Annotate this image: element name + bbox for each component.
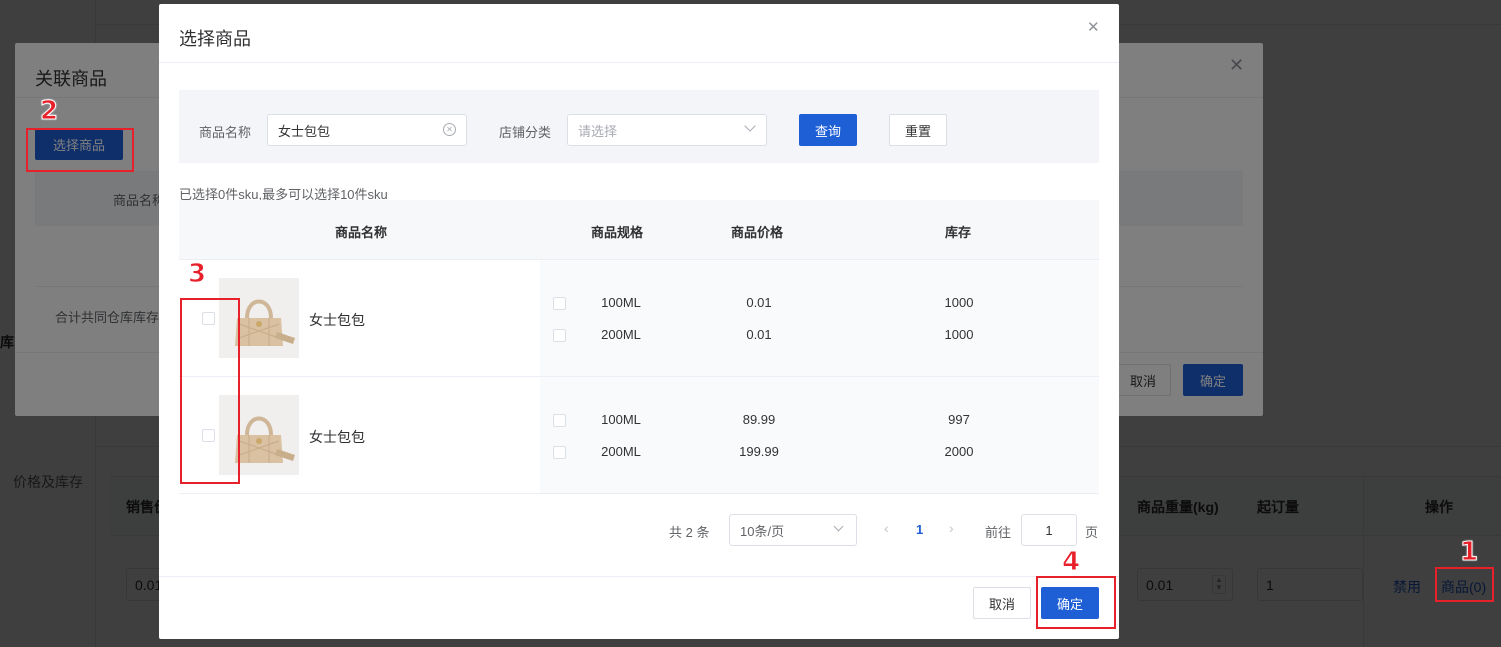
annotation-box-2: [26, 128, 134, 172]
sku-stock: 2000: [944, 444, 974, 459]
filter-bar: 商品名称 女士包包 ✕ 店铺分类 请选择 查询 重置: [179, 90, 1099, 163]
sku-checkbox[interactable]: [553, 329, 566, 342]
col-price: 商品价格: [731, 225, 784, 240]
annotation-number-4: 4: [1061, 547, 1081, 578]
sku-price: 0.01: [746, 327, 772, 342]
category-filter-label: 店铺分类: [499, 125, 552, 140]
page-suffix: 页: [1085, 525, 1099, 540]
sku-spec: 200ML: [601, 327, 641, 342]
chevron-down-icon: [744, 120, 756, 132]
annotation-number-3: 3: [187, 259, 207, 290]
sku-checkbox[interactable]: [553, 414, 566, 427]
sku-spec: 100ML: [601, 412, 641, 427]
annotation-number-1: 1: [1459, 537, 1479, 568]
name-filter-input[interactable]: 女士包包 ✕: [267, 114, 467, 146]
sku-price: 199.99: [739, 444, 779, 459]
product-name: 女士包包: [309, 312, 365, 328]
select-dialog-cancel-button[interactable]: 取消: [973, 587, 1031, 619]
select-goods-dialog: 选择商品 ✕ 商品名称 女士包包 ✕ 店铺分类 请选择 查询 重置 已选择0件s…: [159, 4, 1119, 639]
current-page[interactable]: 1: [916, 522, 923, 537]
next-page-icon[interactable]: ›: [949, 520, 954, 536]
goto-label: 前往: [985, 525, 1012, 540]
sku-checkbox[interactable]: [553, 446, 566, 459]
sku-price: 89.99: [742, 412, 776, 427]
sku-price: 0.01: [746, 295, 772, 310]
query-button[interactable]: 查询: [799, 114, 857, 146]
sku-stock: 1000: [944, 327, 974, 342]
col-goods-name: 商品名称: [335, 225, 388, 240]
sku-spec: 100ML: [601, 295, 641, 310]
select-dialog-close-icon[interactable]: ✕: [1087, 18, 1100, 36]
category-select[interactable]: 请选择: [567, 114, 767, 146]
sku-stock: 997: [948, 412, 970, 427]
clear-icon[interactable]: ✕: [443, 123, 456, 136]
goto-page-input[interactable]: 1: [1021, 514, 1077, 546]
product-name: 女士包包: [309, 429, 365, 445]
name-filter-label: 商品名称: [199, 125, 252, 140]
col-spec: 商品规格: [591, 225, 644, 240]
sku-spec: 200ML: [601, 444, 641, 459]
page-size-select[interactable]: 10条/页: [729, 514, 857, 546]
select-dialog-title: 选择商品: [179, 29, 251, 49]
annotation-box-4: [1036, 576, 1116, 629]
sku-checkbox[interactable]: [553, 297, 566, 310]
chevron-down-icon: [833, 521, 844, 532]
col-stock: 库存: [945, 225, 972, 240]
annotation-number-2: 2: [39, 96, 59, 127]
prev-page-icon[interactable]: ‹: [884, 520, 889, 536]
sku-stock: 1000: [944, 295, 974, 310]
annotation-box-1: [1435, 567, 1494, 602]
reset-button[interactable]: 重置: [889, 114, 947, 146]
annotation-box-3: [180, 298, 240, 484]
pagination-total: 共 2 条: [669, 525, 710, 540]
